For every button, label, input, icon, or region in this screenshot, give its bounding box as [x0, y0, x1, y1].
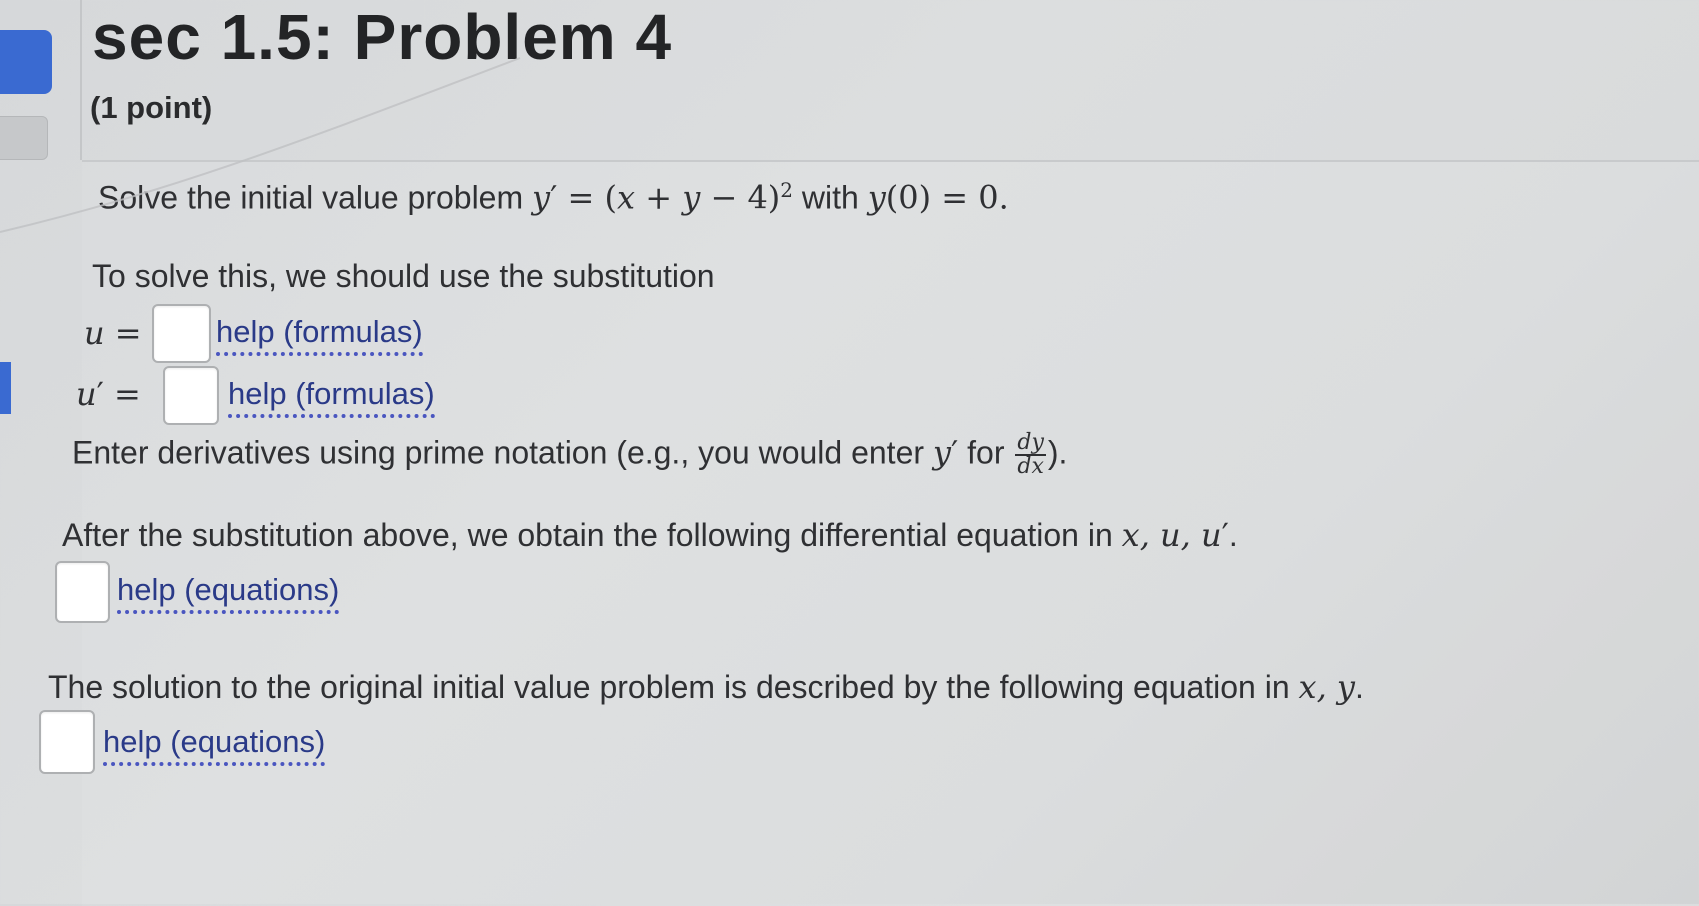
help-formulas-link[interactable]: help (formulas) — [228, 376, 435, 418]
side-nav-tab[interactable] — [0, 116, 48, 160]
math-y: y — [532, 178, 551, 217]
after-substitution-text: After the substitution above, we obtain … — [62, 516, 1238, 554]
page-title: sec 1.5: Problem 4 — [92, 1, 673, 73]
math-prime: ′ — [1221, 516, 1229, 554]
math-y2: y — [682, 178, 701, 217]
after-sub-text: After the substitution above, we obtain … — [62, 517, 1122, 553]
for-text: for — [958, 434, 1014, 471]
math-eq: = ( — [557, 178, 617, 217]
help-equations-link[interactable]: help (equations) — [117, 572, 340, 614]
math-vars: x, u, u — [1121, 516, 1222, 554]
points-label: (1 point) — [90, 90, 213, 125]
uprime-answer-input[interactable] — [163, 366, 219, 425]
math-minus: − 4) — [700, 178, 781, 217]
math-vars: x, y — [1298, 668, 1355, 706]
ode-answer-input[interactable] — [55, 561, 110, 623]
math-u: u — [84, 314, 105, 352]
math-eq: = — [103, 375, 141, 413]
side-nav-tab-active[interactable] — [0, 30, 52, 94]
math-u: u — [76, 375, 97, 413]
math-ic-rest: (0) = 0. — [885, 178, 1009, 217]
statement-text: Solve the initial value problem — [98, 179, 533, 216]
math-exponent: 2 — [780, 178, 794, 202]
side-indicator-bar — [0, 362, 11, 414]
u-answer-input[interactable] — [152, 304, 211, 363]
problem-statement: Solve the initial value problem y′ = (x … — [98, 178, 1009, 217]
webwork-problem-page: sec 1.5: Problem 4 (1 point) Solve the i… — [0, 0, 1699, 906]
math-plus: + — [635, 178, 683, 217]
solution-prefix: The solution to the original initial val… — [48, 669, 1299, 705]
fraction-numerator: dy — [1015, 430, 1046, 456]
derivative-note: Enter derivatives using prime notation (… — [72, 432, 1067, 478]
math-y: y — [932, 433, 951, 472]
help-formulas-link[interactable]: help (formulas) — [216, 314, 423, 356]
solution-text: The solution to the original initial val… — [48, 668, 1364, 706]
help-equations-link[interactable]: help (equations) — [103, 724, 326, 766]
math-prime: ′ — [96, 375, 104, 413]
math-ic-y: y — [867, 178, 886, 217]
note-text: Enter derivatives using prime notation (… — [72, 434, 933, 471]
after-sub-suffix: . — [1228, 517, 1238, 553]
substitution-intro: To solve this, we should use the substit… — [92, 258, 715, 294]
solution-suffix: . — [1354, 669, 1364, 705]
u-label-row: u = — [84, 314, 142, 352]
uprime-label-row: u′ = — [76, 375, 141, 413]
dy-dx-fraction: dy dx — [1015, 432, 1046, 478]
with-text: with — [793, 179, 868, 216]
math-x: x — [617, 178, 636, 217]
fraction-denominator: dx — [1017, 454, 1044, 479]
divider — [80, 0, 82, 160]
note-suffix: ). — [1047, 434, 1068, 471]
math-eq: = — [104, 314, 142, 352]
solution-answer-input[interactable] — [39, 710, 95, 774]
